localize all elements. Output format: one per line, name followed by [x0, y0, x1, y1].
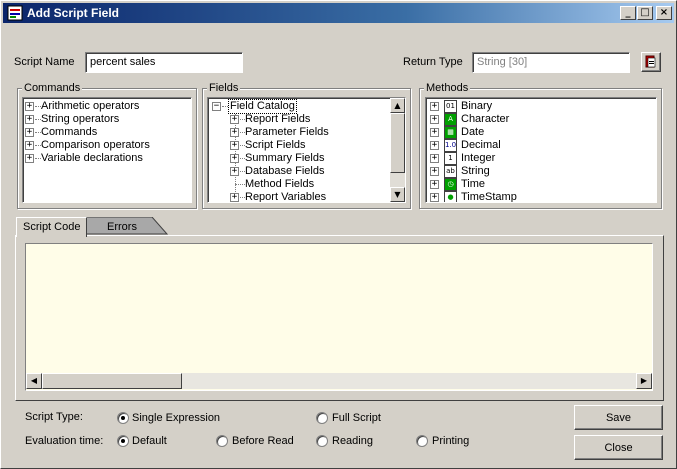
radio-reading-label[interactable]: Reading [332, 435, 373, 447]
fields-scrollbar[interactable]: ▲ ▼ [390, 98, 405, 202]
character-icon: A [444, 113, 457, 126]
script-name-label: Script Name [14, 56, 75, 68]
evaluation-time-label: Evaluation time: [25, 435, 104, 447]
tab-errors[interactable]: Errors [107, 221, 137, 233]
expand-icon[interactable]: + [230, 193, 239, 202]
return-type-picker-icon [645, 55, 656, 68]
decimal-icon: 1.0 [444, 139, 457, 152]
expand-icon[interactable]: + [430, 128, 439, 137]
radio-before-read-label[interactable]: Before Read [232, 435, 294, 447]
expand-icon[interactable]: + [230, 154, 239, 163]
maximize-button[interactable]: □ [637, 6, 653, 20]
fields-label: Fields [207, 82, 241, 94]
return-type-field: String [30] [472, 52, 630, 73]
minimize-button[interactable]: _ [620, 6, 636, 20]
time-icon: ◷ [444, 178, 457, 191]
expand-icon[interactable]: + [430, 193, 439, 202]
fields-tree[interactable]: − Field Catalog + Report Fields + Parame… [207, 97, 406, 203]
binary-icon: 01 [444, 100, 457, 113]
expand-icon[interactable]: + [430, 141, 439, 150]
radio-full-script-label[interactable]: Full Script [332, 412, 381, 424]
radio-default-label[interactable]: Default [132, 435, 167, 447]
return-type-label: Return Type [403, 56, 463, 68]
return-type-picker-button[interactable] [641, 52, 661, 72]
scroll-down-arrow-icon[interactable]: ▼ [390, 187, 405, 202]
close-window-button[interactable]: × [656, 6, 672, 20]
expand-icon[interactable]: + [25, 141, 34, 150]
radio-reading[interactable] [316, 435, 328, 447]
scroll-left-arrow-icon[interactable]: ◀ [26, 373, 42, 389]
radio-default[interactable] [117, 435, 129, 447]
expand-icon[interactable]: + [230, 141, 239, 150]
expand-icon[interactable]: + [430, 167, 439, 176]
timestamp-icon: ● [444, 191, 457, 202]
radio-printing[interactable] [416, 435, 428, 447]
expand-icon[interactable]: + [230, 115, 239, 124]
expand-icon[interactable]: + [230, 167, 239, 176]
radio-single-expression-label[interactable]: Single Expression [132, 412, 220, 424]
expand-icon[interactable]: + [430, 180, 439, 189]
app-icon [7, 5, 23, 21]
string-icon: ab [444, 165, 457, 178]
expand-icon[interactable]: + [25, 115, 34, 124]
expand-icon[interactable]: + [230, 128, 239, 137]
scroll-up-arrow-icon[interactable]: ▲ [390, 98, 405, 113]
script-name-input[interactable]: percent sales [85, 52, 243, 73]
code-horizontal-scrollbar[interactable]: ◀ ▶ [26, 373, 652, 389]
radio-before-read[interactable] [216, 435, 228, 447]
expand-icon[interactable]: + [25, 128, 34, 137]
close-button[interactable]: Close [574, 435, 663, 460]
horizontal-scroll-thumb[interactable] [42, 373, 182, 389]
radio-full-script[interactable] [316, 412, 328, 424]
save-button[interactable]: Save [574, 405, 663, 430]
methods-label: Methods [424, 82, 471, 94]
methods-tree[interactable]: + 01 Binary + A Character + ▦ Date + 1.0… [425, 97, 657, 203]
expand-icon[interactable]: + [430, 115, 439, 124]
commands-tree[interactable]: + Arithmetic operators + String operator… [22, 97, 192, 203]
expand-icon[interactable]: + [430, 154, 439, 163]
commands-label: Commands [22, 82, 83, 94]
scroll-right-arrow-icon[interactable]: ▶ [636, 373, 652, 389]
script-type-label: Script Type: [25, 411, 83, 423]
expand-icon[interactable]: + [25, 154, 34, 163]
radio-printing-label[interactable]: Printing [432, 435, 469, 447]
scroll-thumb[interactable] [390, 113, 405, 173]
expand-icon[interactable]: + [430, 102, 439, 111]
add-script-field-dialog: Add Script Field _ □ × Script Name perce… [0, 0, 677, 469]
title-bar[interactable]: Add Script Field _ □ × [3, 3, 674, 23]
window-title: Add Script Field [27, 6, 120, 20]
expand-icon[interactable]: + [25, 102, 34, 111]
collapse-icon[interactable]: − [212, 102, 221, 111]
date-icon: ▦ [444, 126, 457, 139]
tab-script-code[interactable]: Script Code [16, 217, 87, 237]
integer-icon: 1 [444, 152, 457, 165]
radio-single-expression[interactable] [117, 412, 129, 424]
script-name-label-text: Script Name [14, 56, 75, 68]
script-code-editor[interactable] [25, 243, 653, 391]
